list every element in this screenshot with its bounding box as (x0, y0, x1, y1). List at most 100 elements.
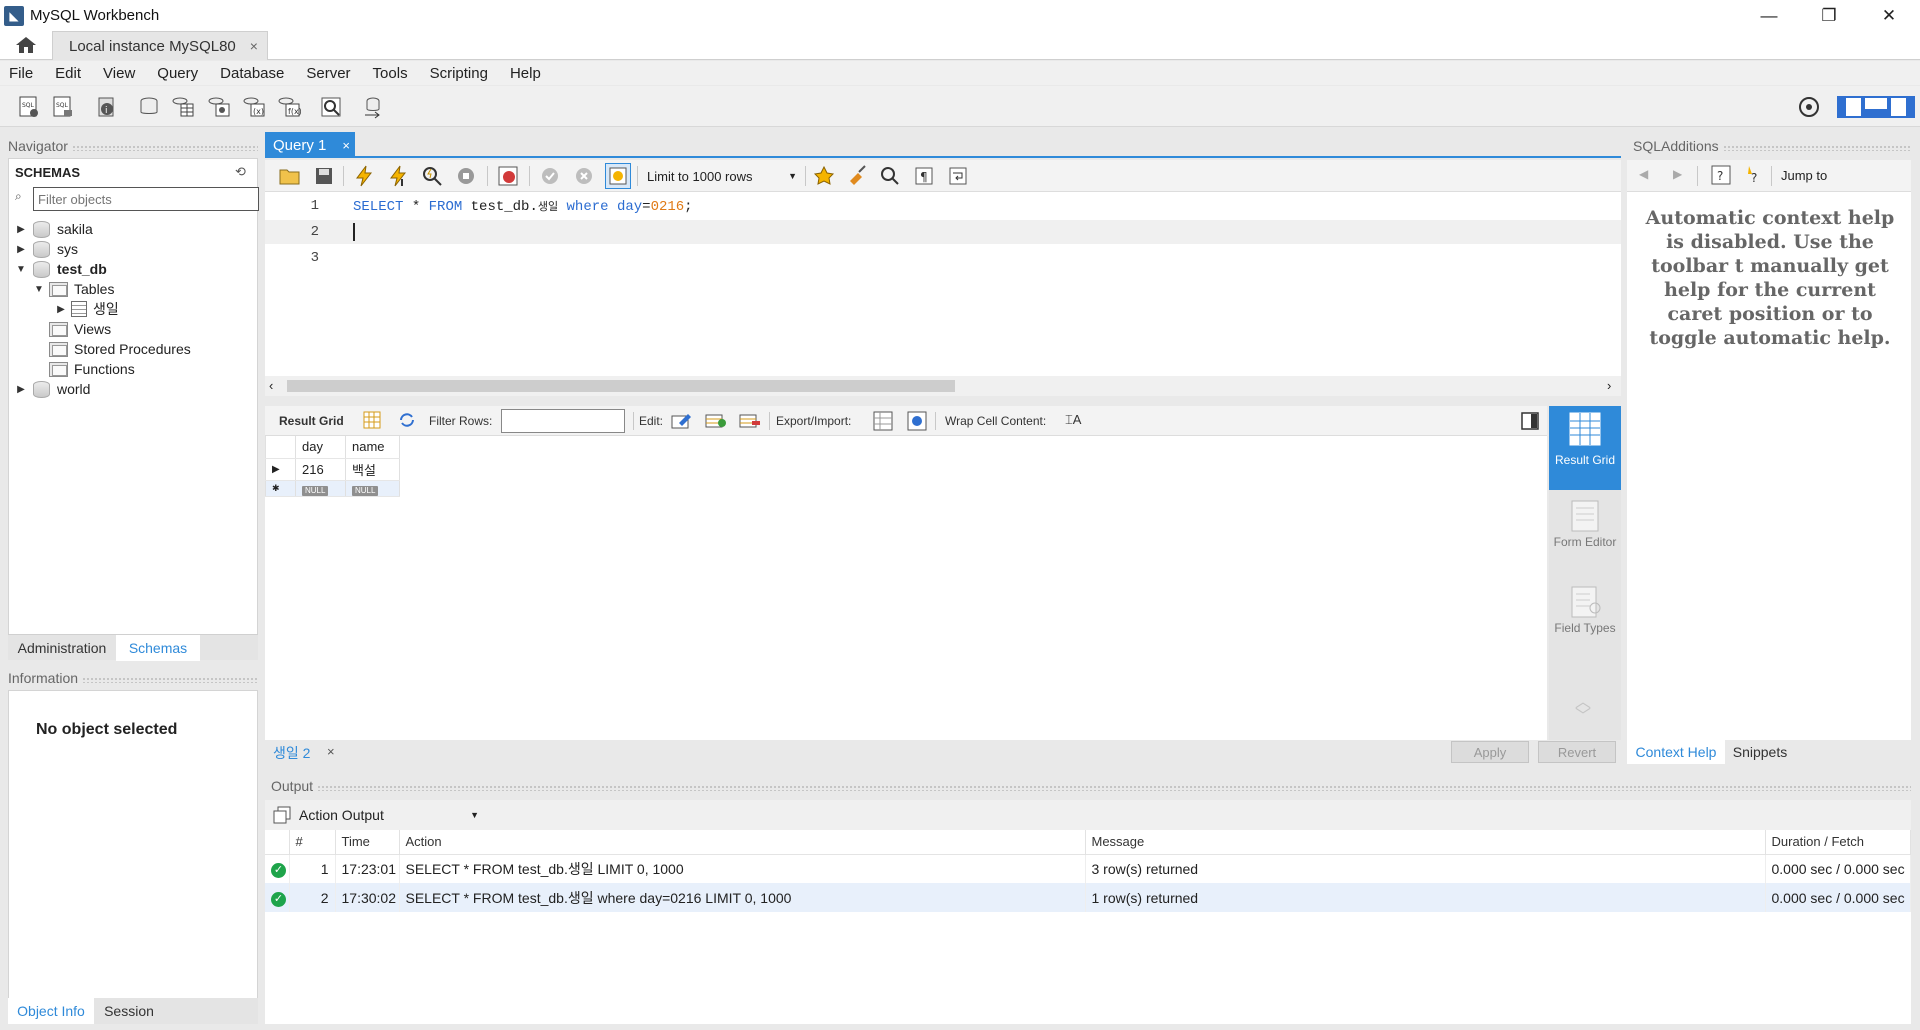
scroll-right-icon[interactable]: › (1607, 378, 1611, 393)
home-tab[interactable] (12, 33, 40, 57)
scrollbar-thumb[interactable] (287, 380, 955, 392)
add-snippet-button[interactable] (811, 163, 837, 189)
tree-item-table-birthday[interactable]: ▶ 생일 (55, 299, 119, 319)
menu-file[interactable]: File (9, 65, 33, 82)
inspector-button[interactable]: i (94, 94, 120, 120)
stop-button[interactable] (453, 163, 479, 189)
add-row-icon[interactable] (705, 411, 727, 432)
table-row[interactable]: ✓ 1 17:23:01 SELECT * FROM test_db.생일 LI… (265, 854, 1911, 883)
autocommit-toggle[interactable] (605, 163, 631, 189)
grid-view-icon[interactable] (363, 411, 381, 432)
save-button[interactable] (311, 163, 337, 189)
close-icon[interactable]: × (342, 138, 350, 153)
instance-tab[interactable]: Local instance MySQL80 × (52, 31, 268, 60)
create-schema-button[interactable] (136, 94, 162, 120)
cell-name[interactable]: 백설 (345, 458, 400, 481)
explain-button[interactable] (419, 163, 445, 189)
close-window-button[interactable]: ✕ (1860, 0, 1918, 31)
tree-item-views[interactable]: Views (45, 319, 111, 339)
scroll-arrows-icon[interactable]: ︿ ﹀ (1575, 695, 1591, 725)
restore-button[interactable]: ❐ (1800, 0, 1858, 31)
table-row[interactable]: ▶ 216 백설 (265, 458, 400, 481)
toggle-stop-on-error-button[interactable] (495, 163, 521, 189)
reconnect-button[interactable] (360, 94, 386, 120)
execute-button[interactable] (351, 163, 377, 189)
tab-query-1[interactable]: Query 1 × (265, 132, 355, 158)
tree-item-functions[interactable]: Functions (45, 359, 135, 379)
toggle-secondary-sidebar-button[interactable] (1888, 94, 1916, 120)
import-icon[interactable] (907, 411, 929, 434)
scroll-left-icon[interactable]: ‹ (269, 378, 273, 393)
apply-button[interactable]: Apply (1451, 741, 1529, 763)
table-row-new[interactable]: ✱ NULL NULL (265, 480, 400, 497)
sql-editor[interactable]: 1 2 3 SELECT * FROM test_db.생일 where day… (265, 192, 1621, 376)
open-sql-script-button[interactable]: SQL (50, 94, 76, 120)
tree-item-tables[interactable]: ▼ Tables (33, 279, 114, 299)
new-sql-tab-button[interactable]: SQL (16, 94, 42, 120)
invisible-chars-button[interactable]: ¶ (911, 163, 937, 189)
edit-row-icon[interactable] (671, 411, 693, 432)
wrap-toggle-icon[interactable]: ⌶A (1065, 412, 1081, 428)
delete-row-icon[interactable] (739, 411, 761, 432)
close-icon[interactable]: × (250, 38, 258, 54)
export-icon[interactable] (873, 411, 895, 434)
find-button[interactable] (877, 163, 903, 189)
tab-object-info[interactable]: Object Info (8, 998, 94, 1024)
tab-context-help[interactable]: Context Help (1627, 740, 1725, 764)
column-header[interactable]: day (295, 436, 346, 459)
forward-icon[interactable]: ▶ (1673, 167, 1682, 181)
menu-help[interactable]: Help (510, 65, 541, 82)
revert-button[interactable]: Revert (1538, 741, 1616, 763)
toggle-sidebar-button[interactable] (1836, 94, 1864, 120)
back-icon[interactable]: ◀ (1639, 167, 1648, 181)
create-table-button[interactable] (170, 94, 196, 120)
column-header[interactable]: name (345, 436, 400, 459)
toggle-side-panel-icon[interactable] (1521, 412, 1539, 433)
auto-help-icon[interactable]: ? (1743, 165, 1763, 188)
filter-objects-input[interactable] (33, 187, 259, 211)
output-type-select[interactable]: Action Output ▼ (299, 804, 479, 826)
tree-item-sakila[interactable]: ▶ sakila (15, 219, 93, 239)
result-tab[interactable]: 생일 2 (273, 743, 310, 763)
create-function-button[interactable]: f(x) (276, 94, 302, 120)
form-editor-button[interactable]: Form Editor (1549, 496, 1621, 576)
tab-snippets[interactable]: Snippets (1725, 740, 1795, 764)
rollback-button[interactable] (571, 163, 597, 189)
tab-session[interactable]: Session (94, 998, 164, 1024)
limit-rows-select[interactable]: Limit to 1000 rows ▼ (647, 166, 797, 186)
minimize-button[interactable]: — (1740, 0, 1798, 31)
execute-current-button[interactable] (385, 163, 411, 189)
create-procedure-button[interactable]: (x) (241, 94, 267, 120)
menu-server[interactable]: Server (306, 65, 350, 82)
word-wrap-button[interactable] (945, 163, 971, 189)
cell-null[interactable]: NULL (345, 480, 400, 497)
manual-help-icon[interactable]: ? (1711, 165, 1731, 188)
refresh-icon[interactable] (397, 411, 417, 432)
tree-item-test-db[interactable]: ▼ test_db (15, 259, 107, 279)
table-row[interactable]: ✓ 2 17:30:02 SELECT * FROM test_db.생일 wh… (265, 883, 1911, 912)
menu-edit[interactable]: Edit (55, 65, 81, 82)
menu-tools[interactable]: Tools (373, 65, 408, 82)
menu-query[interactable]: Query (157, 65, 198, 82)
commit-button[interactable] (537, 163, 563, 189)
result-grid-view-button[interactable]: Result Grid (1549, 406, 1621, 490)
tree-item-world[interactable]: ▶ world (15, 379, 90, 399)
tab-schemas[interactable]: Schemas (116, 635, 200, 661)
search-table-data-button[interactable] (318, 94, 344, 120)
cell-null[interactable]: NULL (295, 480, 346, 497)
preferences-button[interactable] (1796, 94, 1822, 120)
refresh-icon[interactable]: ⟲ (235, 164, 246, 180)
open-file-button[interactable] (277, 163, 303, 189)
beautify-button[interactable] (845, 163, 871, 189)
close-icon[interactable]: × (327, 744, 335, 759)
create-view-button[interactable] (206, 94, 232, 120)
editor-horizontal-scrollbar[interactable]: ‹ › (265, 376, 1621, 396)
menu-scripting[interactable]: Scripting (430, 65, 488, 82)
jump-to-select[interactable]: Jump to (1781, 168, 1827, 183)
tree-item-stored-procedures[interactable]: Stored Procedures (45, 339, 191, 359)
filter-rows-input[interactable] (501, 409, 625, 433)
tab-administration[interactable]: Administration (8, 635, 116, 661)
tree-item-sys[interactable]: ▶ sys (15, 239, 78, 259)
field-types-button[interactable]: Field Types (1549, 582, 1621, 662)
menu-database[interactable]: Database (220, 65, 284, 82)
